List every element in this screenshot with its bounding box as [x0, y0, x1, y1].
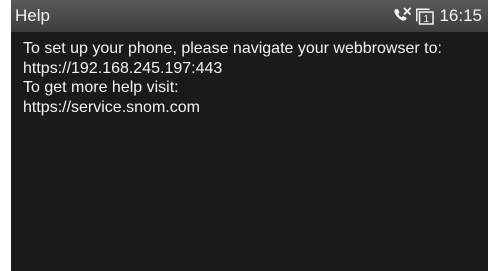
screen-title: Help: [15, 6, 50, 25]
phone-screen: Help 1 16:15 To set up your phone, pleas…: [11, 0, 488, 271]
line-key-icon: 1: [415, 7, 435, 25]
device-frame: Help 1 16:15 To set up your phone, pleas…: [0, 0, 497, 271]
setup-url: https://192.168.245.197:443: [23, 59, 223, 77]
setup-instruction: To set up your phone, please navigate yo…: [23, 40, 442, 57]
line-number: 1: [424, 14, 430, 25]
help-url: https://service.snom.com: [23, 98, 200, 116]
clock: 16:15: [439, 6, 482, 25]
status-indicators: 1 16:15: [392, 6, 482, 26]
help-instruction: To get more help visit:: [23, 79, 179, 96]
help-text: To set up your phone, please navigate yo…: [23, 39, 483, 117]
missed-call-icon: [392, 7, 412, 25]
status-bar: Help 1 16:15: [11, 0, 488, 32]
